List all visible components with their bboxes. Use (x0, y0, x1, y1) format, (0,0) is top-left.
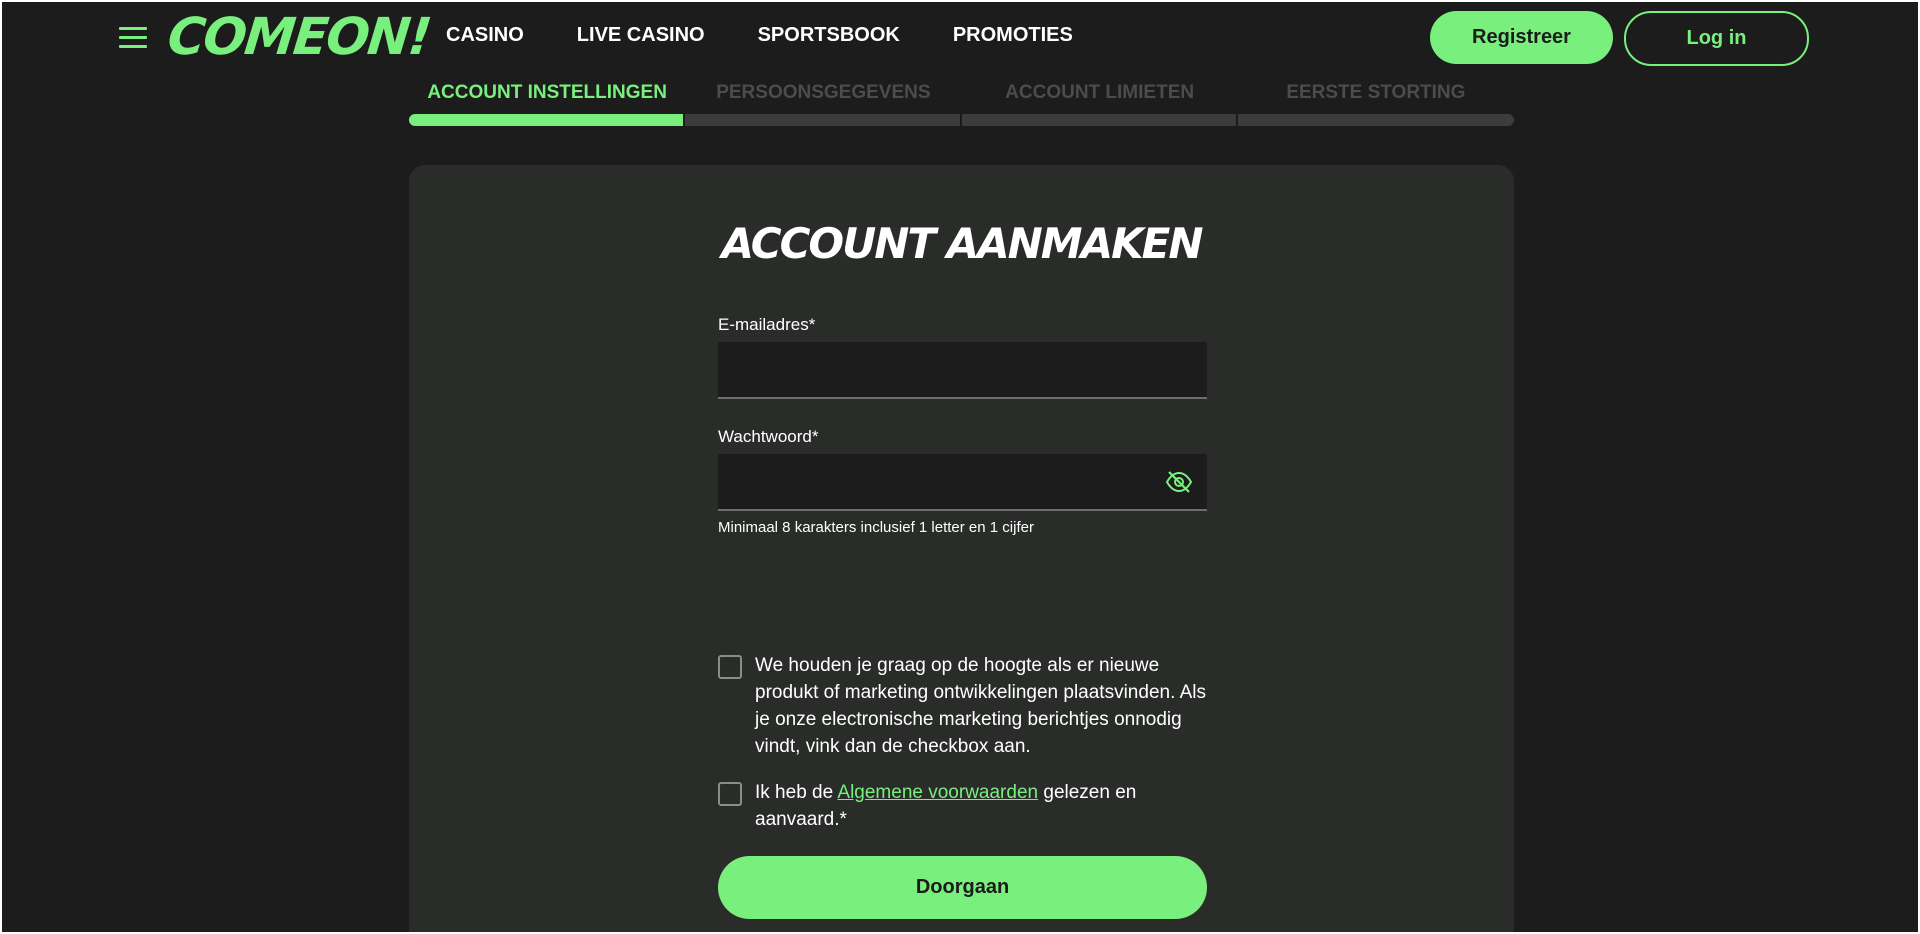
page-title: ACCOUNT AANMAKEN (721, 219, 1204, 268)
password-label: Wachtwoord* (718, 427, 819, 446)
step-label: ACCOUNT INSTELLINGEN (427, 82, 667, 103)
password-field[interactable] (718, 454, 1207, 509)
step-progress-bar (409, 114, 684, 126)
nav-item-promoties[interactable]: PROMOTIES (953, 24, 1073, 47)
nav-item-casino[interactable]: CASINO (446, 24, 524, 47)
terms-row: Ik heb de Algemene voorwaarden gelezen e… (718, 782, 1218, 833)
email-field-wrapper (718, 342, 1207, 399)
terms-checkbox[interactable] (718, 782, 742, 806)
step-label: PERSOONSGEGEVENS (716, 82, 931, 103)
email-label: E-mailadres* (718, 315, 816, 334)
registration-steps: ACCOUNT INSTELLINGEN PERSOONSGEGEVENS AC… (409, 82, 1514, 126)
nav-item-sportsbook[interactable]: SPORTSBOOK (758, 24, 900, 47)
login-button[interactable]: Log in (1624, 11, 1809, 66)
marketing-opt-out-row: We houden je graag op de hoogte als er n… (718, 655, 1218, 760)
terms-prefix: Ik heb de (755, 782, 838, 803)
step-progress-bar (685, 114, 960, 126)
continue-button[interactable]: Doorgaan (718, 856, 1207, 919)
step-account-limieten: ACCOUNT LIMIETEN (961, 82, 1238, 126)
step-account-instellingen: ACCOUNT INSTELLINGEN (409, 82, 685, 126)
registration-card: ACCOUNT AANMAKEN E-mailadres* Wachtwoord… (409, 165, 1514, 932)
page-frame: COMEON! CASINO LIVE CASINO SPORTSBOOK PR… (0, 0, 1920, 934)
step-persoonsgegevens: PERSOONSGEGEVENS (685, 82, 961, 126)
hamburger-icon[interactable] (119, 27, 147, 49)
registration-form: E-mailadres* Wachtwoord* Minimaal 8 kara… (718, 315, 1207, 536)
step-progress-bar (1237, 114, 1514, 126)
step-label: EERSTE STORTING (1286, 82, 1466, 103)
marketing-text: We houden je graag op de hoogte als er n… (755, 655, 1206, 757)
terms-text: Ik heb de Algemene voorwaarden gelezen e… (755, 779, 1218, 833)
password-hint: Minimaal 8 karakters inclusief 1 letter … (718, 519, 1034, 536)
password-field-wrapper (718, 454, 1207, 511)
step-progress-bar (961, 114, 1236, 126)
marketing-checkbox[interactable] (718, 655, 742, 679)
eye-off-icon[interactable] (1165, 470, 1193, 494)
step-eerste-storting: EERSTE STORTING (1237, 82, 1514, 126)
terms-link[interactable]: Algemene voorwaarden (837, 782, 1038, 803)
register-button[interactable]: Registreer (1430, 11, 1613, 64)
nav-item-live-casino[interactable]: LIVE CASINO (577, 24, 705, 47)
logo[interactable]: COMEON! (165, 8, 433, 67)
main-nav: CASINO LIVE CASINO SPORTSBOOK PROMOTIES (446, 24, 1126, 47)
step-label: ACCOUNT LIMIETEN (1005, 82, 1195, 103)
email-field[interactable] (718, 342, 1207, 397)
